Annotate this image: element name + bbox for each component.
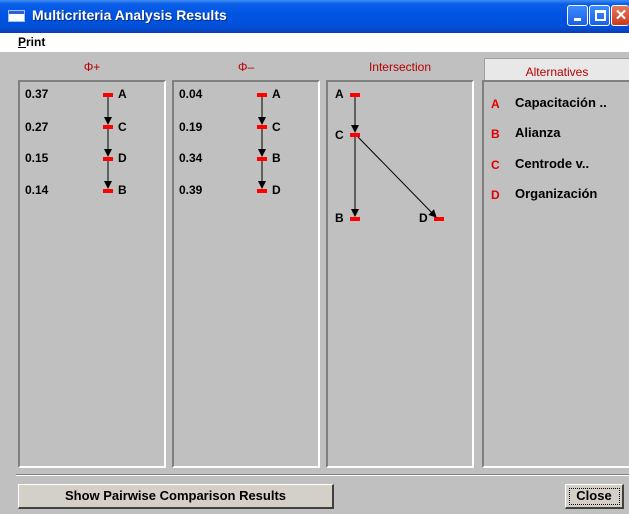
alternative-letter: D — [491, 188, 500, 202]
alternative-name: Alianza — [515, 125, 561, 140]
rank-arrow — [357, 136, 437, 218]
close-button[interactable]: Close — [565, 484, 624, 509]
divider — [16, 474, 629, 476]
alternative-letter: C — [491, 158, 500, 172]
alternative-letter: B — [491, 127, 500, 141]
alternative-name: Centrode v.. — [515, 156, 590, 171]
results-window: Multicriteria Analysis Results ✕ Print Φ… — [0, 0, 629, 514]
alternative-name: Organización — [515, 186, 598, 201]
alternative-letter: A — [491, 97, 500, 111]
ranking-arrows — [104, 97, 437, 218]
alternative-name: Capacitación .. — [515, 95, 607, 110]
show-pairwise-button[interactable]: Show Pairwise Comparison Results — [18, 484, 334, 509]
